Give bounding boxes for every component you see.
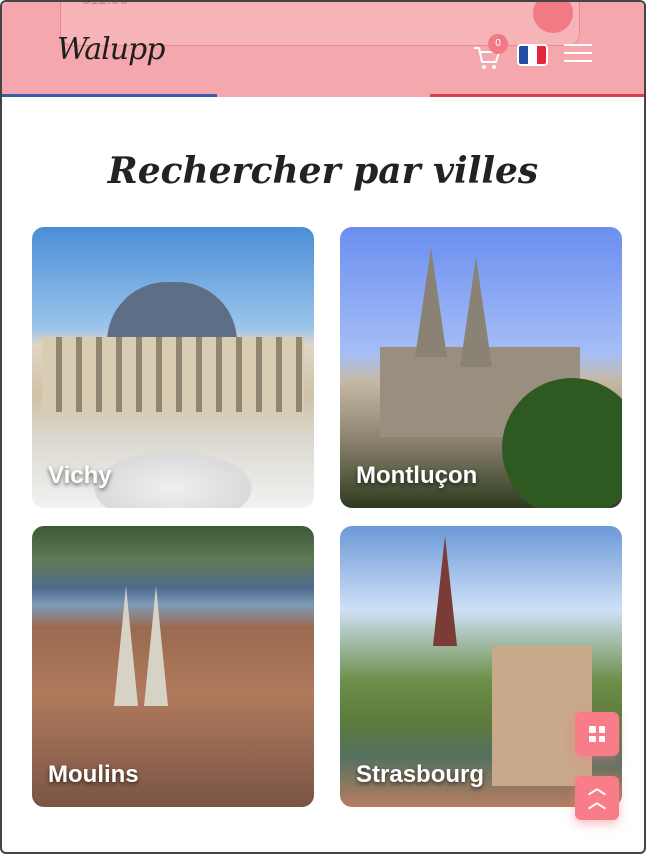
city-card-strasbourg[interactable]: Strasbourg <box>340 526 622 807</box>
city-image-shape <box>415 247 447 357</box>
city-image-shape <box>114 586 138 706</box>
header-underline-left <box>2 94 217 97</box>
city-label: Strasbourg <box>356 761 485 788</box>
top-header: €11.99 Walupp 0 <box>2 2 644 97</box>
double-chevron-up-icon: ︿ ︿ <box>588 778 606 813</box>
city-label: Vichy <box>48 462 112 489</box>
language-flag-fr[interactable] <box>517 44 548 66</box>
cart-count-badge: 0 <box>488 34 508 54</box>
logo[interactable]: Walupp <box>57 32 165 67</box>
city-label: Moulins <box>48 761 139 788</box>
header-underline-right <box>430 94 644 97</box>
city-card-vichy[interactable]: Vichy <box>32 227 314 508</box>
app-frame: €11.99 Walupp 0 Rechercher par villes Vi… <box>0 0 646 854</box>
peek-cart-button[interactable] <box>533 2 573 33</box>
grid-icon <box>589 726 605 742</box>
city-card-moulins[interactable]: Moulins <box>32 526 314 807</box>
city-image-shape <box>107 282 237 342</box>
grid-view-button[interactable] <box>575 712 619 756</box>
hamburger-icon[interactable] <box>564 44 592 64</box>
section-title: Rechercher par villes <box>107 150 539 192</box>
city-image-shape <box>460 257 492 367</box>
peek-price: €11.99 <box>81 2 129 9</box>
city-card-montlucon[interactable]: Montluçon <box>340 227 622 508</box>
city-image-shape <box>42 337 304 412</box>
city-image-shape <box>433 536 457 646</box>
city-label: Montluçon <box>356 462 478 489</box>
city-image-shape <box>144 586 168 706</box>
scroll-to-top-button[interactable]: ︿ ︿ <box>575 776 619 820</box>
